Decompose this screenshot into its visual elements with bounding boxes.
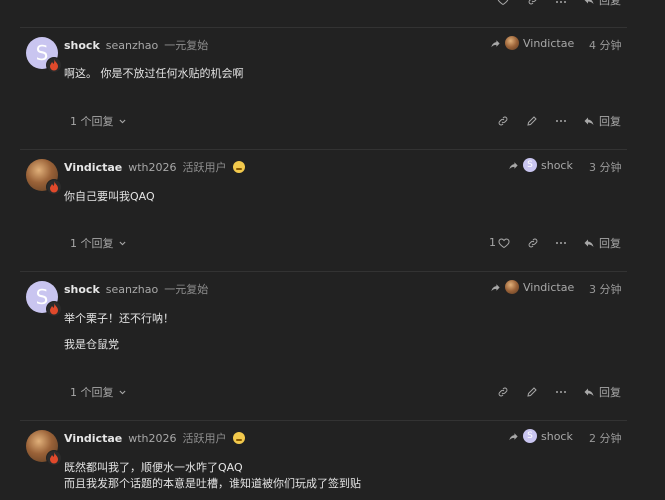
full-name: wth2026 (128, 161, 177, 174)
reply-to-name: shock (541, 158, 573, 172)
more-icon[interactable] (555, 237, 567, 249)
replies-toggle[interactable]: 1 个回复 (70, 235, 127, 251)
replies-toggle[interactable]: 1 个回复 (70, 384, 127, 400)
full-name: wth2026 (128, 432, 177, 445)
reply-to-tab[interactable]: Vindictae (490, 36, 574, 50)
reply-button[interactable]: 回复 (583, 384, 621, 400)
divider (20, 271, 627, 272)
post-meta: shock seanzhao 一元复始 (64, 37, 208, 53)
username[interactable]: Vindictae (64, 161, 122, 174)
more-icon[interactable] (555, 386, 567, 398)
post-time[interactable]: 2 分钟 (589, 430, 622, 446)
post-actions: 1 个回复 回复 (0, 113, 665, 133)
more-icon[interactable] (555, 115, 567, 127)
link-icon[interactable] (527, 0, 539, 6)
edit-pencil-icon[interactable] (526, 386, 538, 398)
link-icon[interactable] (497, 386, 509, 398)
flame-flair-icon (46, 301, 62, 317)
edit-pencil-icon[interactable] (526, 115, 538, 127)
heart-icon[interactable] (497, 0, 509, 6)
post-time[interactable]: 3 分钟 (589, 159, 622, 175)
reply-label: 回复 (599, 115, 621, 128)
share-arrow-icon (509, 161, 518, 169)
divider (20, 149, 627, 150)
chevron-down-icon (118, 241, 126, 245)
heart-icon[interactable] (498, 237, 510, 249)
chevron-down-icon (118, 119, 126, 123)
reply-icon (584, 0, 594, 4)
post-meta: shock seanzhao 一元复始 (64, 281, 208, 297)
more-icon[interactable] (555, 0, 567, 8)
full-name: seanzhao (105, 39, 159, 52)
status-emoji-icon (232, 432, 245, 444)
post-actions: 1 个回复 回复 (0, 384, 665, 404)
divider (20, 420, 627, 421)
post-body-line: 而且我发那个话题的本意是吐槽，谁知道被你们玩成了签到贴 (64, 477, 361, 490)
share-arrow-icon (491, 283, 500, 291)
share-arrow-icon (491, 39, 500, 47)
reply-to-avatar (505, 280, 519, 294)
reply-label: 回复 (599, 386, 621, 399)
post-actions: 1 个回复 1 回复 (0, 235, 665, 255)
previous-post-actions: 回复 (0, 0, 665, 28)
status-emoji-icon (232, 161, 245, 173)
flame-flair-icon (46, 57, 62, 73)
reply-count: 1 个回复 (70, 386, 114, 399)
post-time[interactable]: 3 分钟 (589, 281, 622, 297)
reply-to-avatar: S (523, 158, 537, 172)
chevron-down-icon (118, 390, 126, 394)
reply-button[interactable]: 回复 (583, 0, 621, 8)
share-arrow-icon (509, 432, 518, 440)
reply-label: 回复 (599, 0, 621, 7)
flame-flair-icon (46, 450, 62, 466)
reply-to-name: Vindictae (523, 280, 575, 294)
reply-to-tab[interactable]: S shock (508, 158, 573, 172)
post-body-line: 举个栗子！还不行呐！ (64, 312, 174, 325)
username[interactable]: shock (64, 283, 100, 296)
divider (20, 27, 627, 28)
post-body-line: 我是仓鼠党 (64, 338, 119, 351)
reply-to-name: shock (541, 429, 573, 443)
full-name: seanzhao (105, 283, 159, 296)
reply-icon (584, 117, 594, 125)
post-body-line: 啊这。 你是不放过任何水贴的机会啊 (64, 67, 244, 80)
reply-to-avatar (505, 36, 519, 50)
reply-count: 1 个回复 (70, 115, 114, 128)
reply-button[interactable]: 回复 (583, 113, 621, 129)
post-body-line: 既然都叫我了，顺便水一水咋了QAQ (64, 461, 243, 474)
reply-to-avatar: S (523, 429, 537, 443)
reply-icon (584, 388, 594, 396)
username[interactable]: shock (64, 39, 100, 52)
like-count[interactable]: 1 (489, 236, 496, 249)
link-icon[interactable] (497, 115, 509, 127)
reply-to-tab[interactable]: S shock (508, 429, 573, 443)
link-icon[interactable] (527, 237, 539, 249)
reply-to-name: Vindictae (523, 36, 575, 50)
post-time[interactable]: 4 分钟 (589, 37, 622, 53)
post-meta: Vindictae wth2026 活跃用户 (64, 430, 245, 446)
post-meta: Vindictae wth2026 活跃用户 (64, 159, 245, 175)
username[interactable]: Vindictae (64, 432, 122, 445)
reply-label: 回复 (599, 237, 621, 250)
reply-icon (584, 239, 594, 247)
user-title: 一元复始 (164, 283, 209, 296)
user-title: 活跃用户 (182, 432, 227, 445)
flame-flair-icon (46, 179, 62, 195)
reply-button[interactable]: 回复 (583, 235, 621, 251)
replies-toggle[interactable]: 1 个回复 (70, 113, 127, 129)
reply-to-tab[interactable]: Vindictae (490, 280, 574, 294)
reply-count: 1 个回复 (70, 237, 114, 250)
post-body-line: 你自己要叫我QAQ (64, 190, 155, 203)
user-title: 活跃用户 (182, 161, 227, 174)
user-title: 一元复始 (164, 39, 209, 52)
